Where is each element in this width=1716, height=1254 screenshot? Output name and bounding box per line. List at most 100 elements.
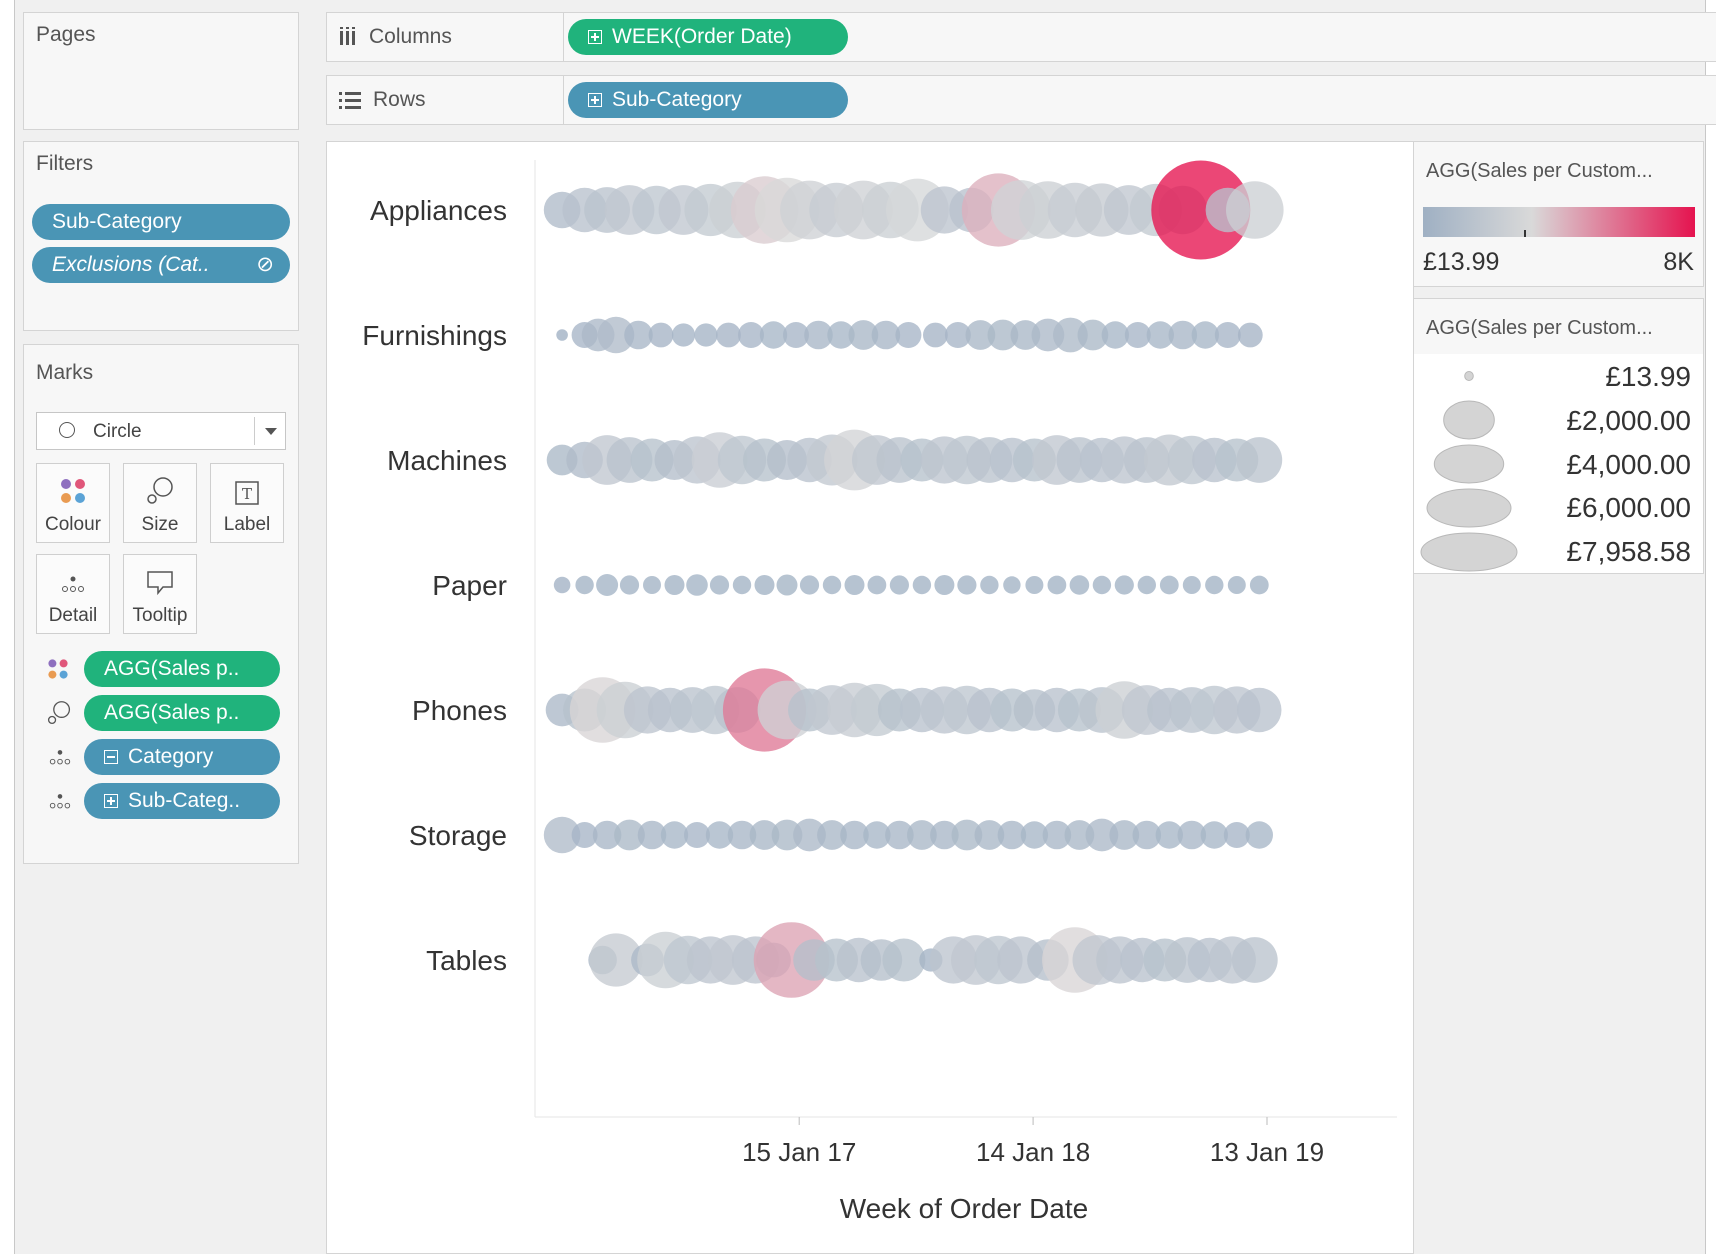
size-legend-label: £13.99 bbox=[1605, 361, 1691, 392]
data-point[interactable] bbox=[1249, 575, 1269, 595]
data-point[interactable] bbox=[619, 575, 640, 595]
data-point[interactable] bbox=[1231, 937, 1278, 983]
data-point[interactable] bbox=[867, 575, 887, 595]
colour-legend-max: 8K bbox=[1663, 248, 1694, 276]
size-label: Size bbox=[141, 514, 179, 535]
filter-pill-sub-category[interactable]: Sub-Category bbox=[32, 204, 290, 240]
link-icon: ⊘ bbox=[256, 253, 274, 276]
x-tick-label: 13 Jan 19 bbox=[1210, 1137, 1324, 1167]
data-point[interactable] bbox=[664, 575, 685, 595]
chevron-down-icon bbox=[265, 428, 277, 435]
size-legend-label: £6,000.00 bbox=[1566, 492, 1691, 523]
series-row-storage: Storage bbox=[409, 816, 1273, 854]
colour-legend-title: AGG(Sales per Custom... bbox=[1426, 160, 1653, 182]
collapse-icon bbox=[104, 750, 118, 764]
data-point[interactable] bbox=[1226, 181, 1284, 239]
row-label: Machines bbox=[387, 445, 507, 476]
label-label: Label bbox=[223, 514, 271, 535]
data-point[interactable] bbox=[1214, 322, 1241, 348]
data-point[interactable] bbox=[1025, 576, 1044, 594]
data-point[interactable] bbox=[648, 322, 674, 348]
rows-label: Rows bbox=[373, 88, 426, 111]
detail-button[interactable]: Detail bbox=[36, 554, 110, 634]
data-point[interactable] bbox=[709, 575, 730, 595]
data-point[interactable] bbox=[1182, 576, 1201, 594]
data-point[interactable] bbox=[1137, 575, 1156, 595]
data-point[interactable] bbox=[1237, 322, 1263, 348]
data-point[interactable] bbox=[1069, 575, 1090, 595]
scatter-chart[interactable]: Appliances Furnishings Machines Paper Phones… bbox=[327, 142, 1413, 1253]
rows-pill[interactable]: Sub-Category bbox=[568, 82, 848, 118]
data-point[interactable] bbox=[1159, 575, 1179, 595]
mark-type-value: Circle bbox=[93, 421, 142, 442]
data-point[interactable] bbox=[754, 575, 775, 595]
data-point[interactable] bbox=[799, 575, 820, 595]
data-point[interactable] bbox=[1114, 575, 1134, 595]
size-legend[interactable]: AGG(Sales per Custom... £13.99 £2,000.00… bbox=[1413, 298, 1704, 574]
data-point[interactable] bbox=[624, 320, 653, 350]
size-legend-mark bbox=[1420, 532, 1518, 572]
columns-label: Columns bbox=[369, 25, 452, 48]
data-point[interactable] bbox=[1237, 687, 1282, 733]
tooltip-button[interactable]: Tooltip bbox=[123, 554, 197, 634]
filter-pill-exclusions[interactable]: Exclusions (Cat.. ⊘ bbox=[32, 247, 290, 283]
data-point[interactable] bbox=[889, 575, 910, 595]
data-point[interactable] bbox=[822, 575, 842, 595]
data-point[interactable] bbox=[1227, 576, 1246, 594]
data-point[interactable] bbox=[671, 323, 696, 347]
data-point[interactable] bbox=[694, 323, 718, 347]
colour-button[interactable]: Colour bbox=[36, 463, 110, 543]
data-point[interactable] bbox=[1245, 821, 1273, 849]
category-field-pill[interactable]: Category bbox=[84, 739, 280, 775]
sub-category-field-pill[interactable]: Sub-Categ.. bbox=[84, 783, 280, 819]
size-legend-mark bbox=[1433, 444, 1505, 484]
data-point[interactable] bbox=[895, 322, 922, 348]
data-point[interactable] bbox=[553, 576, 571, 594]
data-point[interactable] bbox=[844, 575, 865, 595]
viz-canvas[interactable]: Appliances Furnishings Machines Paper Phones… bbox=[326, 141, 1414, 1254]
rows-pill-label: Sub-Category bbox=[612, 88, 742, 111]
data-point[interactable] bbox=[1047, 575, 1067, 595]
rows-icon bbox=[339, 92, 361, 109]
data-point[interactable] bbox=[1205, 575, 1224, 595]
size-field-pill[interactable]: AGG(Sales p.. bbox=[84, 695, 280, 731]
x-axis-title: Week of Order Date bbox=[840, 1193, 1088, 1224]
workbook-window: Pages Filters Sub-Category Exclusions (C… bbox=[14, 0, 1716, 1254]
colour-field-pill[interactable]: AGG(Sales p.. bbox=[84, 651, 280, 687]
data-point[interactable] bbox=[643, 576, 661, 594]
data-point[interactable] bbox=[1003, 576, 1021, 594]
columns-pill[interactable]: WEEK(Order Date) bbox=[568, 19, 848, 55]
data-point[interactable] bbox=[934, 575, 955, 595]
series-row-appliances: Appliances bbox=[370, 160, 1284, 260]
data-point[interactable] bbox=[732, 575, 752, 595]
size-legend-mark bbox=[1443, 400, 1495, 440]
data-point[interactable] bbox=[957, 575, 977, 595]
data-point[interactable] bbox=[716, 322, 741, 348]
data-point[interactable] bbox=[776, 574, 798, 596]
label-button[interactable]: T Label bbox=[210, 463, 284, 543]
pages-card[interactable]: Pages bbox=[23, 12, 299, 130]
shelf-divider bbox=[563, 76, 564, 124]
columns-shelf[interactable]: Columns WEEK(Order Date) bbox=[326, 12, 1716, 62]
data-point[interactable] bbox=[686, 574, 708, 596]
colour-legend[interactable]: AGG(Sales per Custom... £13.99 8K bbox=[1413, 141, 1704, 287]
data-point[interactable] bbox=[1092, 575, 1112, 595]
data-point[interactable] bbox=[575, 575, 594, 595]
expand-icon bbox=[104, 794, 118, 808]
data-point[interactable] bbox=[923, 322, 948, 348]
data-point[interactable] bbox=[596, 574, 619, 596]
data-point[interactable] bbox=[1236, 437, 1283, 483]
expand-icon bbox=[588, 30, 602, 44]
mark-type-dropdown[interactable]: Circle bbox=[36, 412, 286, 450]
tooltip-label: Tooltip bbox=[132, 605, 188, 626]
rows-shelf[interactable]: Rows Sub-Category bbox=[326, 75, 1716, 125]
data-point[interactable] bbox=[556, 329, 568, 341]
data-point[interactable] bbox=[882, 938, 926, 982]
size-legend-mark bbox=[1464, 371, 1474, 381]
circle-icon bbox=[59, 422, 75, 438]
size-button[interactable]: Size bbox=[123, 463, 197, 543]
data-point[interactable] bbox=[912, 575, 932, 595]
colour-legend-min: £13.99 bbox=[1423, 248, 1500, 276]
data-point[interactable] bbox=[980, 575, 999, 595]
marks-card: Marks Circle Colour Size T Label Detail … bbox=[23, 344, 299, 864]
